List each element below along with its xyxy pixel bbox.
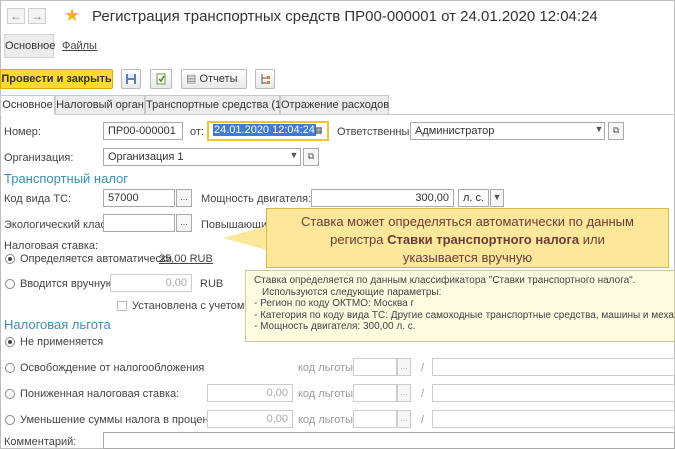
transport-tax-heading: Транспортный налог <box>4 171 129 186</box>
tooltip-line: Используются следующие параметры: <box>262 286 442 298</box>
nav-main[interactable]: Основное <box>5 40 55 52</box>
benefit-none-label: Не применяется <box>20 336 104 348</box>
exemption-code2-field[interactable] <box>432 358 675 376</box>
rate-auto-radio[interactable] <box>5 254 15 264</box>
forward-icon[interactable]: → <box>28 8 46 24</box>
responsible-open-icon[interactable]: ⧉ <box>608 122 624 140</box>
tab-tax-authority[interactable]: Налоговый орган <box>55 95 145 115</box>
post-button[interactable] <box>150 69 172 89</box>
callout-line-2-suffix: или <box>579 232 605 247</box>
callout-line-2: регистра Ставки транспортного налога или <box>267 231 668 249</box>
tooltip-line: - Категория по коду вида ТС: Другие само… <box>254 309 675 321</box>
percent-slash: / <box>421 414 425 426</box>
favorite-star-icon[interactable]: ★ <box>64 5 80 26</box>
rate-manual-field[interactable]: 0,00 <box>110 274 192 292</box>
reduced-code-label: код льготы: <box>298 388 357 400</box>
post-and-close-button[interactable]: Провести и закрыть <box>0 69 113 89</box>
callout-text: Ставка может определяться автоматически … <box>267 213 668 267</box>
reduced-code-select-button[interactable]: ... <box>397 384 411 402</box>
set-with-checkbox[interactable] <box>117 301 127 311</box>
percent-field[interactable]: 0,00 <box>207 410 293 428</box>
exemption-slash: / <box>421 362 425 374</box>
date-label: от: <box>190 126 204 138</box>
benefit-percent-label: Уменьшение суммы налога в процентах: <box>20 414 229 426</box>
rate-tooltip: Ставка определяется по данным классифика… <box>245 270 675 342</box>
rate-auto-value-link[interactable]: 25,00 RUB <box>159 253 213 265</box>
rate-manual-radio[interactable] <box>5 279 15 289</box>
back-icon[interactable]: ← <box>7 8 25 24</box>
callout-line-3: указывается вручную <box>402 250 533 265</box>
power-label: Мощность двигателя: <box>201 193 312 205</box>
responsible-dropdown-icon[interactable]: ▼ <box>592 122 606 140</box>
number-field[interactable]: ПР00-000001 <box>103 122 183 140</box>
page-title: Регистрация транспортных средств ПР00-00… <box>92 8 598 25</box>
power-unit-field[interactable]: л. с. <box>458 189 489 207</box>
exemption-code-select-button[interactable]: ... <box>397 358 411 376</box>
responsible-field[interactable]: Администратор <box>410 122 605 140</box>
callout-line-1: Ставка может определяться автоматически … <box>301 214 634 229</box>
percent-code-field[interactable] <box>353 410 397 428</box>
vehicle-code-select-button[interactable]: ... <box>176 189 192 207</box>
organization-dropdown-icon[interactable]: ▼ <box>288 148 300 166</box>
organization-field[interactable]: Организация 1 <box>103 148 301 166</box>
organization-open-icon[interactable]: ⧉ <box>303 148 319 166</box>
benefit-reduced-radio[interactable] <box>5 389 15 399</box>
comment-label: Комментарий: <box>4 436 77 448</box>
save-button[interactable] <box>121 69 141 89</box>
reduced-code-field[interactable] <box>353 384 397 402</box>
nav-files[interactable]: Файлы <box>62 40 97 52</box>
exemption-code-label: код льготы: <box>298 362 357 374</box>
exemption-code-field[interactable] <box>353 358 397 376</box>
percent-code2-field[interactable] <box>432 410 675 428</box>
organization-label: Организация: <box>4 152 74 164</box>
reports-button[interactable]: ▤ Отчеты ▼ <box>181 69 247 102</box>
reports-icon: ▤ <box>186 73 197 85</box>
benefit-exemption-radio[interactable] <box>5 363 15 373</box>
date-value: 24.01.2020 12:04:24 <box>213 124 316 136</box>
tab-vehicles[interactable]: Транспортные средства (1) <box>145 95 285 115</box>
hierarchy-icon <box>261 74 270 84</box>
reduced-rate-field[interactable]: 0,00 <box>207 384 293 402</box>
percent-code-label: код льготы: <box>298 414 357 426</box>
comment-field[interactable] <box>103 432 675 449</box>
benefit-none-radio[interactable] <box>5 337 15 347</box>
vehicle-code-label: Код вида ТС: <box>4 193 72 205</box>
power-unit-dropdown-icon[interactable]: ▼ <box>490 189 504 207</box>
tooltip-line: - Регион по коду ОКТМО: Москва г <box>254 298 415 309</box>
benefit-reduced-label: Пониженная налоговая ставка: <box>20 388 180 400</box>
tab-expenses[interactable]: Отражение расходов <box>280 95 389 115</box>
rate-auto-label: Определяется автоматически <box>20 253 172 265</box>
save-icon <box>126 74 136 84</box>
percent-code-select-button[interactable]: ... <box>397 410 411 428</box>
calendar-icon[interactable]: ▦ <box>311 123 326 141</box>
eco-class-label: Экологический класс: <box>4 219 115 231</box>
tooltip-line: - Мощность двигателя: 300,00 л. с. <box>254 321 416 332</box>
post-document-icon <box>156 73 166 85</box>
eco-class-select-button[interactable]: ... <box>176 214 192 232</box>
tax-rate-label: Налоговая ставка: <box>4 240 99 252</box>
vehicle-code-field[interactable]: 57000 <box>103 189 175 207</box>
reduced-slash: / <box>421 388 425 400</box>
rate-manual-unit: RUB <box>200 278 224 290</box>
benefit-percent-radio[interactable] <box>5 415 15 425</box>
tooltip-line: Ставка определяется по данным классифика… <box>254 275 636 286</box>
tab-main[interactable]: Основное <box>0 95 55 115</box>
responsible-label: Ответственный: <box>337 126 419 138</box>
structure-button[interactable] <box>255 69 275 89</box>
benefit-exemption-label: Освобождение от налогообложения <box>20 362 205 374</box>
callout-line-2-prefix: регистра <box>330 232 388 247</box>
reports-label: Отчеты <box>199 73 238 85</box>
annotation-callout: Ставка может определяться автоматически … <box>266 208 669 268</box>
rate-manual-label: Вводится вручную <box>20 278 114 290</box>
callout-register-name: Ставки транспортного налога <box>387 232 580 247</box>
reduced-code2-field[interactable] <box>432 384 675 402</box>
tax-benefit-heading: Налоговая льгота <box>4 317 111 332</box>
number-label: Номер: <box>4 126 41 138</box>
power-field[interactable]: 300,00 <box>311 189 454 207</box>
callout-pointer <box>223 226 267 250</box>
eco-class-field[interactable] <box>103 214 175 232</box>
